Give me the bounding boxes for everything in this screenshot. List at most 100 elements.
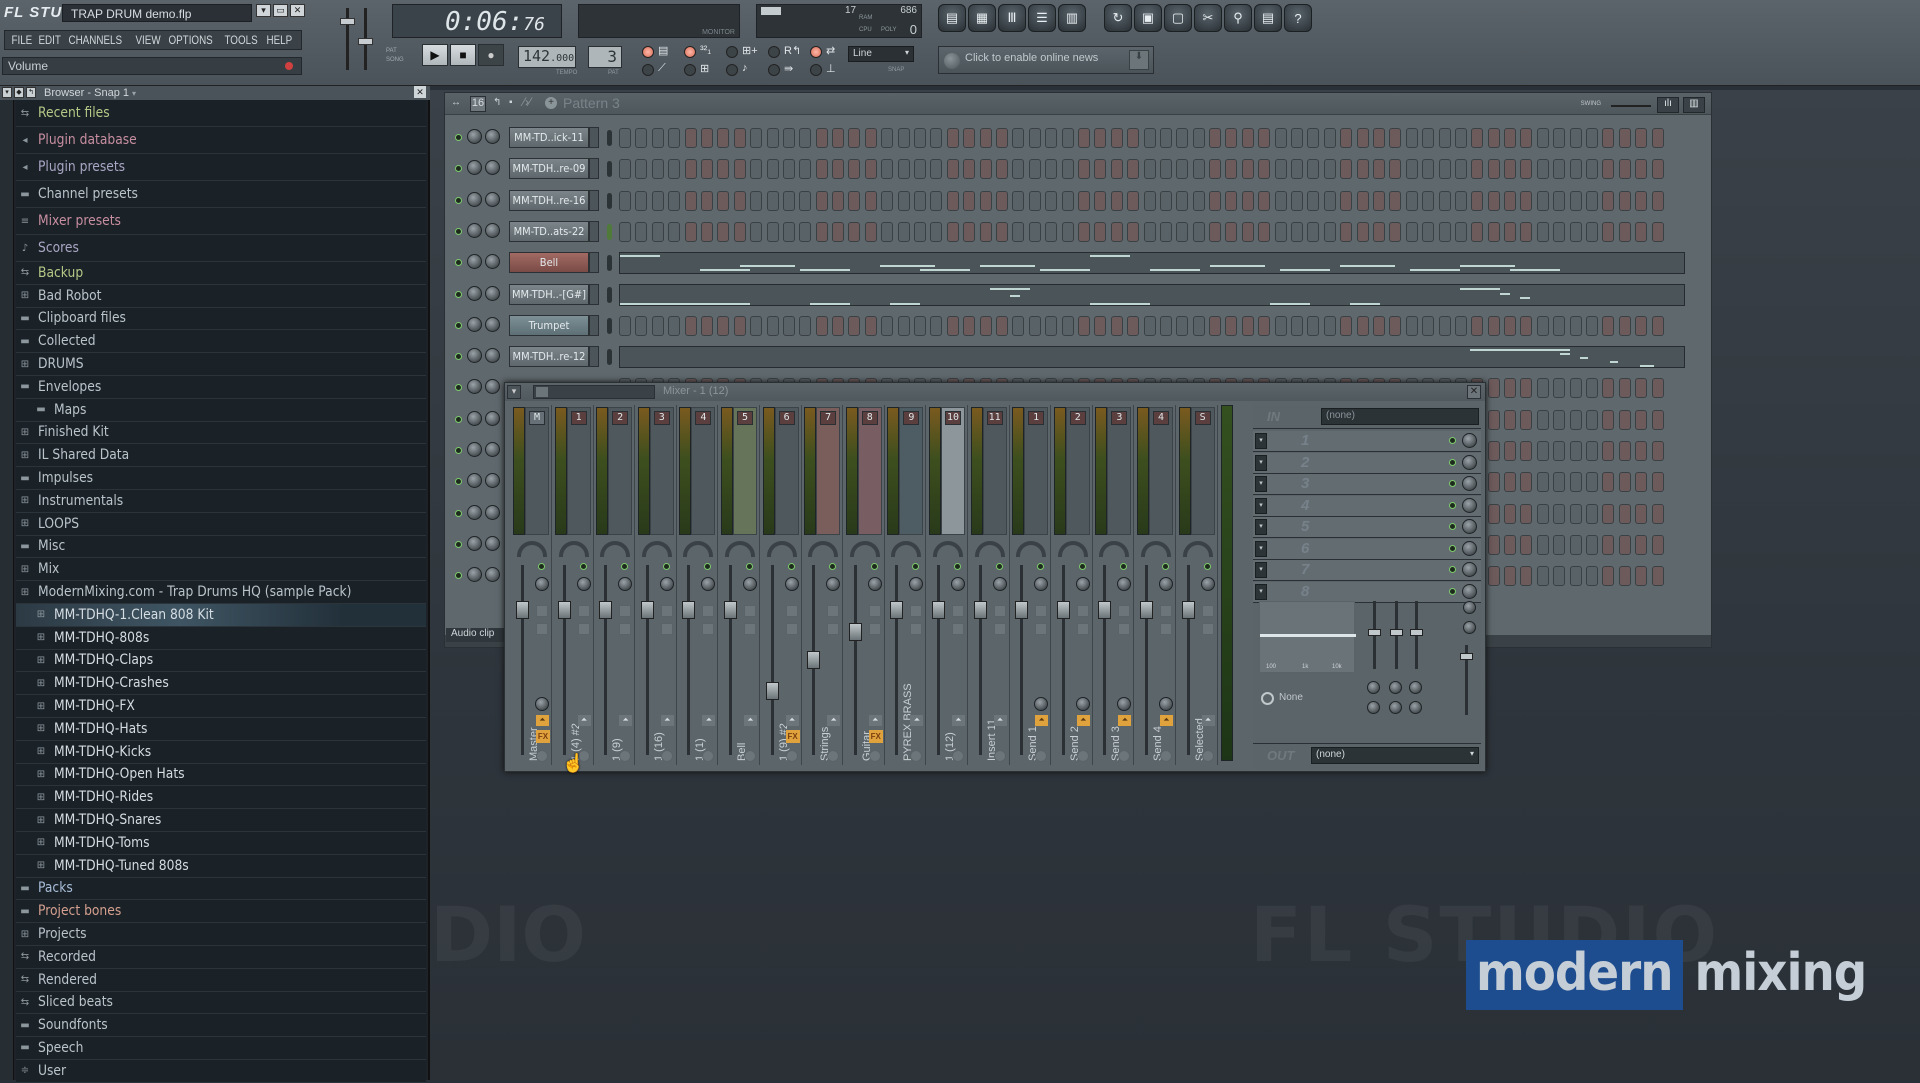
strip-pan-knob[interactable] xyxy=(701,577,716,591)
chevron-down-icon[interactable]: ▾ xyxy=(132,89,136,98)
step-button[interactable] xyxy=(1356,159,1369,180)
step-button[interactable] xyxy=(897,128,910,148)
step-button[interactable] xyxy=(1258,221,1271,242)
close-button[interactable]: ✕ xyxy=(290,4,305,17)
step-button[interactable] xyxy=(1143,159,1156,180)
step-button[interactable] xyxy=(1553,378,1566,399)
browser-item[interactable]: ⊞ Finished Kit xyxy=(16,421,426,445)
reverse-polarity-icon[interactable] xyxy=(1160,623,1172,635)
step-button[interactable] xyxy=(1471,128,1484,148)
step-button[interactable] xyxy=(1504,409,1517,430)
step-button[interactable] xyxy=(1520,128,1533,148)
step-button[interactable] xyxy=(1422,128,1435,148)
strip-enable-led[interactable] xyxy=(1037,563,1045,570)
step-button[interactable] xyxy=(1536,315,1549,336)
browser-item[interactable]: ⊞ Mix xyxy=(16,558,426,582)
step-button[interactable] xyxy=(1586,128,1599,148)
swap-channels-icon[interactable] xyxy=(1118,605,1131,617)
step-button[interactable] xyxy=(1323,315,1336,336)
step-button[interactable] xyxy=(668,190,681,211)
reverse-polarity-icon[interactable] xyxy=(536,623,548,635)
step-button[interactable] xyxy=(815,128,828,148)
channel-pan-knob[interactable] xyxy=(485,316,500,332)
step-button[interactable] xyxy=(864,315,877,336)
step-button[interactable] xyxy=(651,128,664,148)
step-button[interactable] xyxy=(684,190,697,211)
reverse-polarity-icon[interactable] xyxy=(744,623,756,635)
strip-enable-led[interactable] xyxy=(1162,563,1169,570)
channel-mute-led[interactable] xyxy=(455,384,462,392)
strip-pan-knob[interactable] xyxy=(1159,577,1173,591)
step-button[interactable] xyxy=(619,128,631,148)
step-button[interactable] xyxy=(1045,315,1058,336)
step-button[interactable] xyxy=(750,221,763,242)
slot-menu-icon[interactable]: ▾ xyxy=(1255,583,1267,600)
step-button[interactable] xyxy=(1504,315,1517,336)
channel-volume-knob[interactable] xyxy=(467,410,482,426)
step-button[interactable] xyxy=(1340,221,1353,242)
step-button[interactable] xyxy=(1618,221,1631,242)
browser-item[interactable]: ⊞ ModernMixing.com - Trap Drums HQ (sampl… xyxy=(16,581,426,604)
browser-item[interactable]: ▬ Misc xyxy=(16,535,426,559)
step-button[interactable] xyxy=(1225,315,1238,336)
swap-channels-icon[interactable] xyxy=(952,605,964,617)
step-button[interactable] xyxy=(1127,159,1140,180)
swap-channels-icon[interactable] xyxy=(577,605,590,617)
browser-item[interactable]: ⊞ MM-TDHQ-Hats xyxy=(16,717,426,741)
step-button[interactable] xyxy=(963,315,976,336)
swap-channels-icon[interactable] xyxy=(1076,605,1089,617)
swap-channels-icon[interactable] xyxy=(702,605,715,617)
step-button[interactable] xyxy=(1569,190,1582,211)
cut-tool-icon[interactable]: ✂ xyxy=(1194,4,1222,32)
step-button[interactable] xyxy=(979,221,992,242)
snap-select[interactable]: Line ▾ xyxy=(848,46,914,62)
step-button[interactable] xyxy=(1094,159,1107,180)
slot-mix-knob[interactable] xyxy=(1462,497,1477,513)
step-button[interactable] xyxy=(1045,190,1058,211)
eq-mid-bw-knob[interactable] xyxy=(1389,701,1402,714)
power-icon[interactable] xyxy=(1261,692,1274,705)
step-button[interactable] xyxy=(815,221,828,242)
mixer-strip[interactable]: 4 Send 4 ⏶ xyxy=(1135,405,1176,765)
strip-enable-led[interactable] xyxy=(1120,563,1128,570)
step-button[interactable] xyxy=(1422,159,1435,180)
step-button[interactable] xyxy=(848,315,861,336)
step-button[interactable] xyxy=(799,128,812,148)
pattern-number[interactable]: 3 xyxy=(588,46,622,68)
swap-channels-icon[interactable] xyxy=(1201,605,1214,617)
slot-mix-knob[interactable] xyxy=(1462,562,1477,577)
browser-item[interactable]: ⊞ Instrumentals xyxy=(16,489,426,513)
channel-mixer-target[interactable] xyxy=(589,346,599,368)
step-button[interactable] xyxy=(1553,128,1566,148)
step-button[interactable] xyxy=(1536,409,1549,430)
channel-volume-knob[interactable] xyxy=(467,567,482,583)
step-button[interactable] xyxy=(979,315,992,336)
step-button[interactable] xyxy=(1602,472,1615,493)
browser-item[interactable]: ▬ Speech xyxy=(16,1037,426,1060)
step-button[interactable] xyxy=(1356,315,1369,336)
browser-item[interactable]: ▬ Envelopes xyxy=(16,375,426,399)
step-button[interactable] xyxy=(1618,566,1631,587)
swap-channels-icon[interactable] xyxy=(868,605,881,617)
step-button[interactable] xyxy=(1258,128,1271,148)
step-button[interactable] xyxy=(1651,378,1664,399)
step-button[interactable] xyxy=(1651,534,1664,555)
recording-icon[interactable] xyxy=(744,750,756,762)
step-button[interactable] xyxy=(963,128,976,148)
step-button[interactable] xyxy=(930,159,943,180)
channel-pan-knob[interactable] xyxy=(485,160,500,176)
step-button[interactable] xyxy=(1241,315,1254,336)
step-button[interactable] xyxy=(881,221,894,242)
step-button[interactable] xyxy=(1635,409,1648,430)
channel-name-button[interactable]: MM-TDH..re-12 xyxy=(509,346,589,368)
step-button[interactable] xyxy=(1356,190,1369,211)
channel-select-indicator[interactable] xyxy=(607,286,612,303)
channel-volume-knob[interactable] xyxy=(467,285,482,301)
step-button[interactable] xyxy=(979,128,992,148)
step-button[interactable] xyxy=(1635,315,1648,336)
strip-volume-fader[interactable] xyxy=(770,565,774,755)
step-button[interactable] xyxy=(864,221,877,242)
step-button[interactable] xyxy=(1536,221,1549,242)
strip-pan-knob[interactable] xyxy=(576,577,591,591)
multilink-led[interactable] xyxy=(768,64,780,76)
